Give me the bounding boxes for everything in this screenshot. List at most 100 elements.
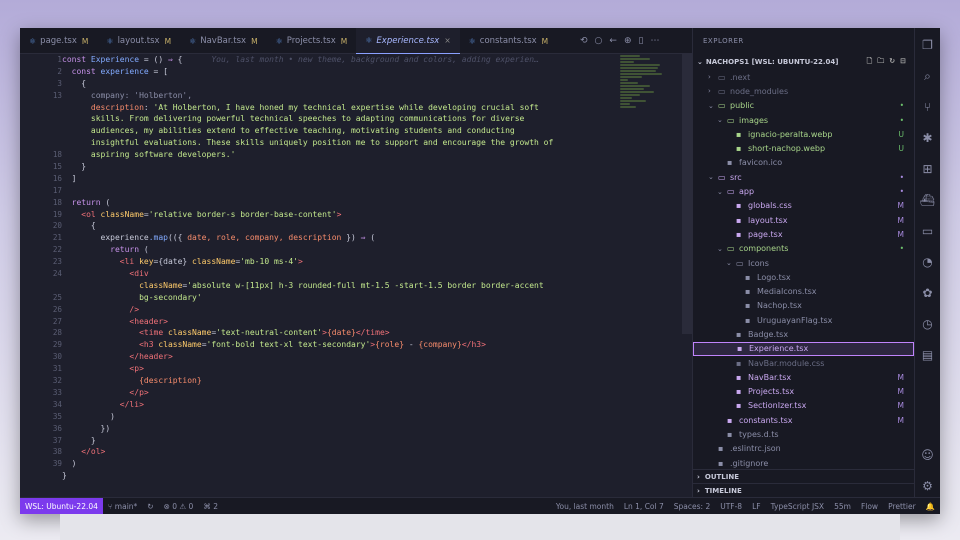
folder-images[interactable]: ⌄ ▭ images • xyxy=(693,113,914,127)
editor-scrollbar[interactable] xyxy=(682,54,692,334)
folder-components[interactable]: ⌄ ▭ components • xyxy=(693,242,914,256)
code-line[interactable]: }) xyxy=(62,423,618,435)
new-folder-icon[interactable]: 🗀 xyxy=(877,57,884,68)
code-line[interactable]: </ol> xyxy=(62,446,618,458)
circle-icon[interactable]: ○ xyxy=(595,36,603,46)
git-compare-icon[interactable]: ⟲ xyxy=(580,36,588,46)
file-projects-tsx[interactable]: ▪ Projects.tsx M xyxy=(693,385,914,399)
code-line[interactable]: { xyxy=(62,78,618,90)
file-short-nachop-webp[interactable]: ▪ short-nachop.webp U xyxy=(693,141,914,155)
search-icon[interactable]: ⌕ xyxy=(924,65,931,87)
time-tracker[interactable]: 55m xyxy=(834,502,851,511)
file-nachop-tsx[interactable]: ▪ Nachop.tsx xyxy=(693,299,914,313)
code-line[interactable]: <div xyxy=(62,268,618,280)
sync-icon[interactable]: ↻ xyxy=(147,502,153,511)
file-constants-tsx[interactable]: ▪ constants.tsx M xyxy=(693,413,914,427)
code-line[interactable]: skills. From delivering powerful technic… xyxy=(62,113,618,125)
code-line[interactable]: description: 'At Holberton, I have honed… xyxy=(62,102,618,114)
more-actions-icon[interactable]: ⋯ xyxy=(650,36,659,46)
ports-indicator[interactable]: ⌘ 2 xyxy=(203,502,218,511)
code-line[interactable]: experience.map(({ date, role, company, d… xyxy=(62,232,618,244)
timeline-section[interactable]: › TIMELINE xyxy=(693,483,915,497)
code-line[interactable]: </header> xyxy=(62,351,618,363)
tab-constants-tsx[interactable]: ⚛ constants.tsx M xyxy=(460,28,558,54)
end-of-line[interactable]: LF xyxy=(752,502,761,511)
blame-status[interactable]: You, last month xyxy=(556,502,614,511)
minimap[interactable] xyxy=(620,54,680,154)
code-area[interactable]: const Experience = () ⇒ { You, last mont… xyxy=(62,54,618,497)
code-line[interactable]: <ol className='relative border-s border-… xyxy=(62,209,618,221)
tab-page-tsx[interactable]: ⚛ page.tsx M xyxy=(20,28,97,54)
code-line[interactable]: {description} xyxy=(62,375,618,387)
file-globals-css[interactable]: ▪ globals.css M xyxy=(693,199,914,213)
code-line[interactable]: </li> xyxy=(62,399,618,411)
code-line[interactable]: className='absolute w-[11px] h-3 rounded… xyxy=(62,280,618,292)
extensions-icon[interactable]: ⊞ xyxy=(922,158,932,180)
file-types-d-ts[interactable]: ▪ types.d.ts xyxy=(693,427,914,441)
github-icon[interactable]: ◔ xyxy=(922,251,932,273)
file-badge-tsx[interactable]: ▪ Badge.tsx xyxy=(693,327,914,341)
code-line[interactable]: <li key={date} className='mb-10 ms-4'> xyxy=(62,256,618,268)
folder-src[interactable]: ⌄ ▭ src • xyxy=(693,170,914,184)
file-favicon-ico[interactable]: ▪ favicon.ico xyxy=(693,156,914,170)
source-control-icon[interactable]: ⑂ xyxy=(924,96,931,118)
docker-icon[interactable]: ⛴ xyxy=(920,189,935,211)
file-uruguayanflag-tsx[interactable]: ▪ UruguayanFlag.tsx xyxy=(693,313,914,327)
paw-icon[interactable]: ✿ xyxy=(922,282,932,304)
cursor-position[interactable]: Ln 1, Col 7 xyxy=(624,502,664,511)
code-line[interactable]: <h3 className='font-bold text-xl text-se… xyxy=(62,339,618,351)
code-line[interactable]: } xyxy=(62,161,618,173)
code-line[interactable]: insightful evaluations. These skills uni… xyxy=(62,137,618,149)
explorer-icon[interactable]: ❐ xyxy=(922,34,933,56)
file-navbar-module-css[interactable]: ▪ NavBar.module.css xyxy=(693,356,914,370)
indentation[interactable]: Spaces: 2 xyxy=(674,502,710,511)
code-line[interactable]: } xyxy=(62,435,618,447)
language-mode[interactable]: TypeScript JSX xyxy=(771,502,824,511)
folder-node-modules[interactable]: › ▭ node_modules xyxy=(693,84,914,98)
code-line[interactable]: ] xyxy=(62,173,618,185)
code-line[interactable]: <p> xyxy=(62,363,618,375)
code-line[interactable]: /> xyxy=(62,304,618,316)
file-mediaicons-tsx[interactable]: ▪ MediaIcons.tsx xyxy=(693,284,914,298)
bell-icon[interactable]: 🔔 xyxy=(926,502,935,511)
tab-layout-tsx[interactable]: ⚛ layout.tsx M xyxy=(97,28,180,54)
code-line[interactable]: company: 'Holberton', xyxy=(62,90,618,102)
file-navbar-tsx[interactable]: ▪ NavBar.tsx M xyxy=(693,370,914,384)
close-icon[interactable]: × xyxy=(444,36,450,45)
file-sectionizer-tsx[interactable]: ▪ SectionIzer.tsx M xyxy=(693,399,914,413)
settings-gear-icon[interactable]: ⚙ xyxy=(922,475,933,497)
file--eslintrc-json[interactable]: ▪ .eslintrc.json xyxy=(693,442,914,456)
encoding[interactable]: UTF-8 xyxy=(720,502,742,511)
copilot-icon[interactable]: ⊕ xyxy=(624,36,632,46)
code-line[interactable]: audiences, my abilities extend to effect… xyxy=(62,125,618,137)
file-page-tsx[interactable]: ▪ page.tsx M xyxy=(693,227,914,241)
code-line[interactable]: { xyxy=(62,220,618,232)
outline-section[interactable]: › OUTLINE xyxy=(693,469,915,483)
code-line[interactable]: </p> xyxy=(62,387,618,399)
remote-explorer-icon[interactable]: ▭ xyxy=(922,220,933,242)
code-line[interactable]: return ( xyxy=(62,244,618,256)
tab-projects-tsx[interactable]: ⚛ Projects.tsx M xyxy=(267,28,357,54)
split-editor-icon[interactable]: ▯ xyxy=(639,36,644,46)
code-line[interactable]: const experience = [ xyxy=(62,66,618,78)
collapse-all-icon[interactable]: ⊟ xyxy=(900,57,906,68)
file-logo-tsx[interactable]: ▪ Logo.tsx xyxy=(693,270,914,284)
code-line[interactable]: ) xyxy=(62,411,618,423)
code-line[interactable]: bg-secondary' xyxy=(62,292,618,304)
prettier-status[interactable]: Prettier xyxy=(888,502,916,511)
code-line[interactable]: } xyxy=(62,470,618,482)
flow-status[interactable]: Flow xyxy=(861,502,878,511)
code-line[interactable] xyxy=(62,185,618,197)
tab-experience-tsx[interactable]: ⚛ Experience.tsx × xyxy=(356,28,460,54)
tab-navbar-tsx[interactable]: ⚛ NavBar.tsx M xyxy=(180,28,267,54)
code-line[interactable]: <header> xyxy=(62,316,618,328)
nav-back-icon[interactable]: ← xyxy=(609,36,617,46)
file-layout-tsx[interactable]: ▪ layout.tsx M xyxy=(693,213,914,227)
account-icon[interactable]: ☺ xyxy=(921,444,934,466)
code-line[interactable]: <time className='text-neutral-content'>{… xyxy=(62,327,618,339)
code-line[interactable]: return ( xyxy=(62,197,618,209)
problems-indicator[interactable]: ⊗ 0 ⚠ 0 xyxy=(164,502,194,511)
file-ignacio-peralta-webp[interactable]: ▪ ignacio-peralta.webp U xyxy=(693,127,914,141)
folder-public[interactable]: ⌄ ▭ public • xyxy=(693,99,914,113)
refresh-icon[interactable]: ↻ xyxy=(889,57,895,68)
